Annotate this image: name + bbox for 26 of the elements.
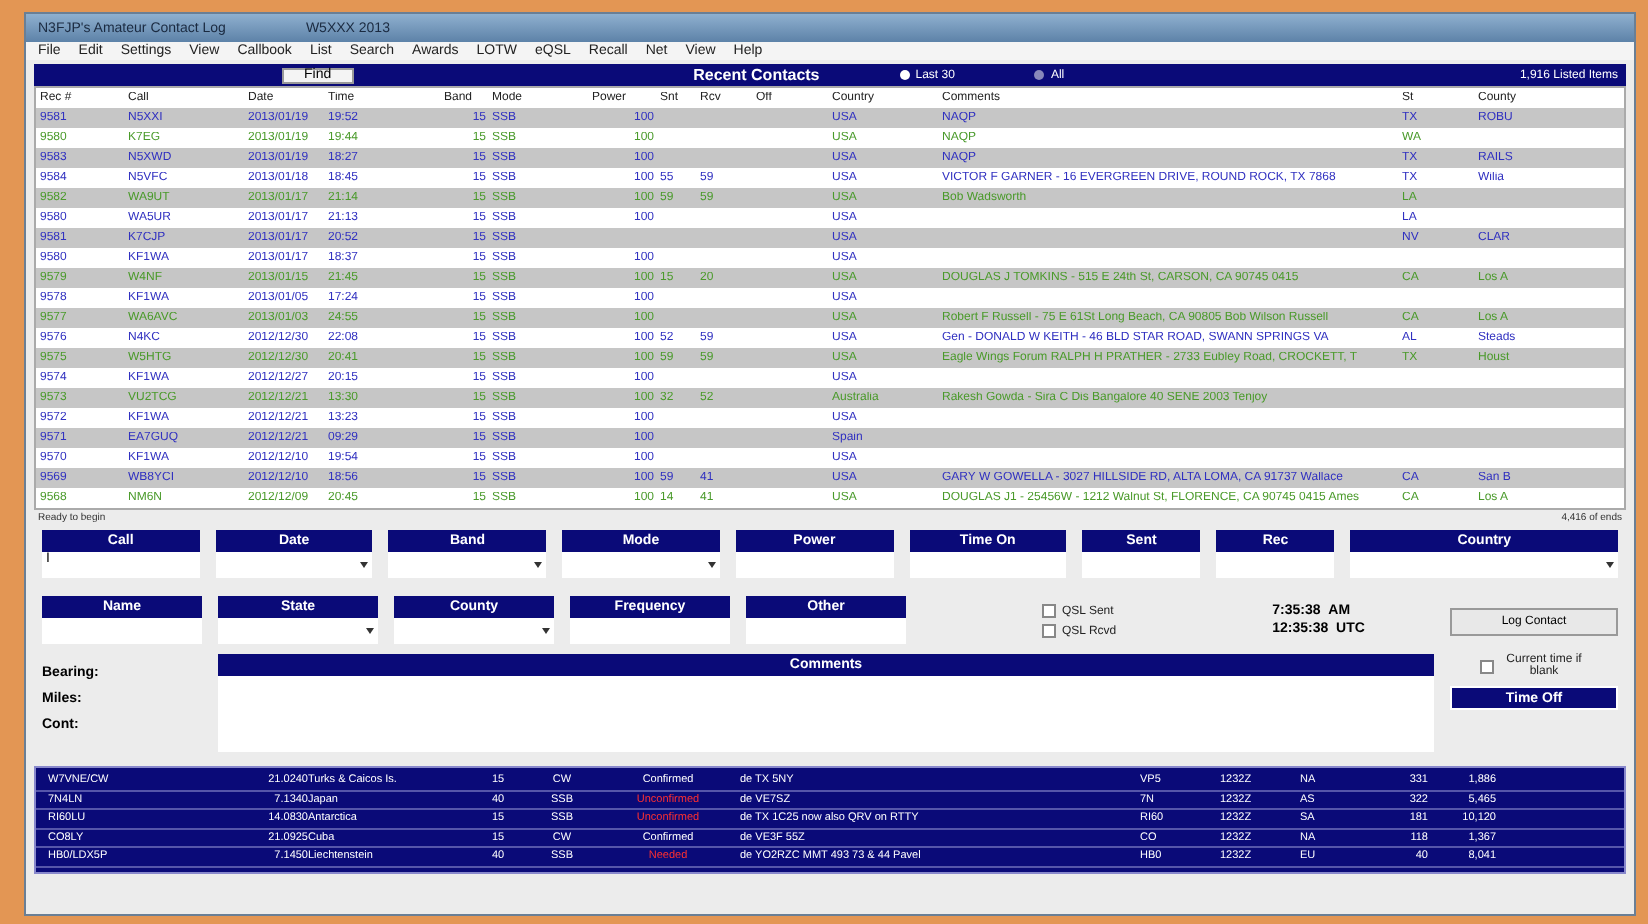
dropdown-field[interactable] xyxy=(215,552,373,578)
input-field[interactable] xyxy=(1216,552,1335,578)
input-field[interactable] xyxy=(1082,552,1201,578)
table-title: Recent Contacts xyxy=(693,66,820,84)
dropdown-icon xyxy=(707,562,716,568)
checkbox[interactable] xyxy=(1480,659,1494,673)
input-field[interactable] xyxy=(42,618,202,644)
dropdown-icon xyxy=(366,628,374,634)
dropdown-field[interactable] xyxy=(394,618,554,644)
dropdown-icon xyxy=(534,562,543,568)
radio-button[interactable] xyxy=(1034,70,1045,80)
dropdown-field[interactable] xyxy=(1350,552,1619,578)
dropdown-icon xyxy=(1606,562,1615,568)
input-field[interactable] xyxy=(909,552,1067,578)
dropdown-icon xyxy=(360,562,369,568)
dropdown-field[interactable] xyxy=(388,552,547,578)
checkbox[interactable] xyxy=(1042,624,1056,638)
input-field[interactable] xyxy=(570,618,730,644)
dropdown-field[interactable] xyxy=(218,618,378,644)
dropdown-icon xyxy=(542,628,550,634)
comments-field[interactable] xyxy=(218,676,1434,752)
checkbox[interactable] xyxy=(1042,604,1056,618)
radio-button[interactable] xyxy=(899,70,910,80)
dropdown-field[interactable] xyxy=(562,552,720,578)
input-field[interactable] xyxy=(735,552,894,578)
input-field[interactable] xyxy=(746,618,906,644)
